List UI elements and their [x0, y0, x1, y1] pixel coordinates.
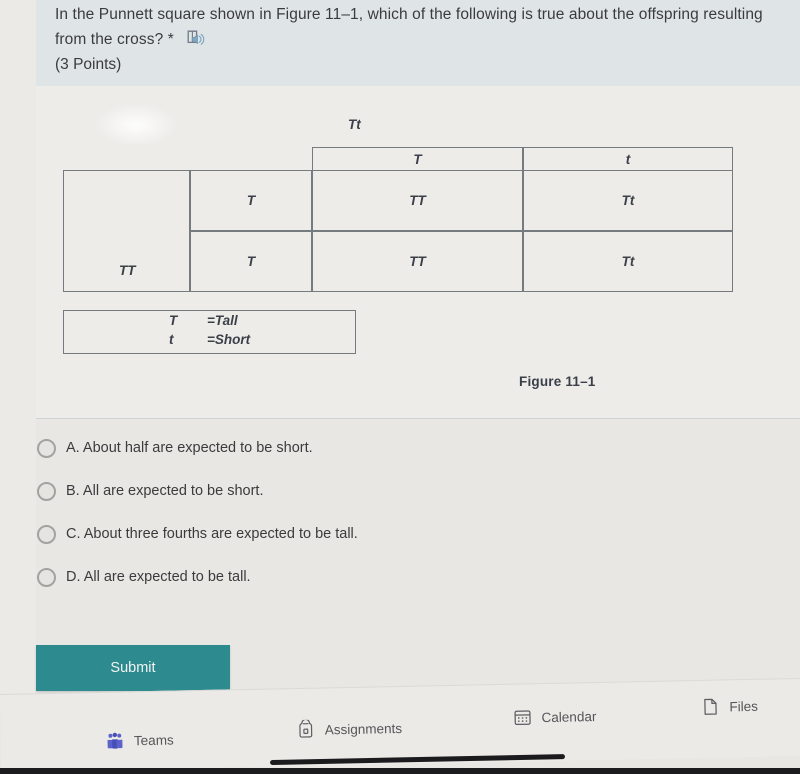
- legend-meaning-0: =Tall: [207, 313, 238, 328]
- nav-label-teams: Teams: [133, 732, 174, 748]
- nav-label-calendar: Calendar: [541, 708, 597, 725]
- punnett-column-header-1: t: [523, 147, 733, 171]
- punnett-square: Tt T t TT T T TT Tt TT Tt: [63, 117, 733, 292]
- question-prompt-text: In the Punnett square shown in Figure 11…: [55, 6, 763, 48]
- figure-caption: Figure 11–1: [519, 374, 596, 389]
- submit-button[interactable]: Submit: [36, 645, 230, 691]
- nav-item-assignments[interactable]: Assignments: [296, 718, 403, 740]
- radio-button-d[interactable]: [37, 568, 56, 587]
- question-header: In the Punnett square shown in Figure 11…: [36, 0, 800, 86]
- nav-item-calendar[interactable]: Calendar: [512, 706, 597, 728]
- top-parent-genotype-label: Tt: [348, 117, 361, 132]
- option-label-a: A. About half are expected to be short.: [66, 440, 313, 456]
- legend-symbol-0: T: [169, 313, 178, 328]
- legend-meaning-1: =Short: [207, 332, 251, 347]
- option-row-b[interactable]: B. All are expected to be short.: [36, 473, 800, 516]
- punnett-column-header-0: T: [312, 147, 523, 171]
- assignments-icon: [296, 718, 316, 740]
- option-label-c: C. About three fourths are expected to b…: [66, 526, 358, 542]
- punnett-offspring-cell-1-1: Tt: [523, 231, 733, 292]
- option-label-b: B. All are expected to be short.: [66, 483, 264, 499]
- required-asterisk: *: [167, 31, 174, 48]
- calendar-icon: [512, 707, 532, 727]
- allele-legend: T =Tall t =Short: [63, 310, 356, 354]
- nav-label-assignments: Assignments: [324, 720, 403, 737]
- option-row-a[interactable]: A. About half are expected to be short.: [36, 430, 800, 473]
- question-prompt: In the Punnett square shown in Figure 11…: [55, 2, 780, 52]
- files-icon: [700, 697, 720, 717]
- option-row-d[interactable]: D. All are expected to be tall.: [36, 559, 800, 602]
- device-left-bezel: [0, 0, 36, 700]
- punnett-offspring-cell-0-0: TT: [312, 170, 523, 231]
- punnett-row-header-1: T: [190, 231, 312, 292]
- nav-item-files[interactable]: Files: [700, 696, 758, 717]
- immersive-reader-icon[interactable]: [187, 30, 206, 47]
- answer-options: A. About half are expected to be short. …: [36, 430, 800, 602]
- device-bottom-edge: [0, 768, 800, 774]
- left-parent-genotype-label: TT: [119, 263, 136, 278]
- radio-button-c[interactable]: [37, 525, 56, 544]
- nav-label-files: Files: [729, 698, 759, 714]
- radio-button-a[interactable]: [37, 439, 56, 458]
- screen-glare: [96, 104, 176, 146]
- punnett-row-header-0: T: [190, 170, 312, 231]
- nav-item-teams[interactable]: Teams: [105, 730, 174, 751]
- radio-button-b[interactable]: [37, 482, 56, 501]
- option-label-d: D. All are expected to be tall.: [66, 569, 251, 585]
- legend-row-0: T =Tall: [64, 313, 355, 334]
- punnett-offspring-cell-1-0: TT: [312, 231, 523, 292]
- punnett-offspring-cell-0-1: Tt: [523, 170, 733, 231]
- teams-icon: [105, 731, 125, 751]
- figure-panel: Tt T t TT T T TT Tt TT Tt T =Tall t =Sho…: [36, 86, 800, 419]
- points-label: (3 Points): [55, 56, 122, 73]
- legend-symbol-1: t: [169, 332, 174, 347]
- legend-row-1: t =Short: [64, 332, 355, 353]
- option-row-c[interactable]: C. About three fourths are expected to b…: [36, 516, 800, 559]
